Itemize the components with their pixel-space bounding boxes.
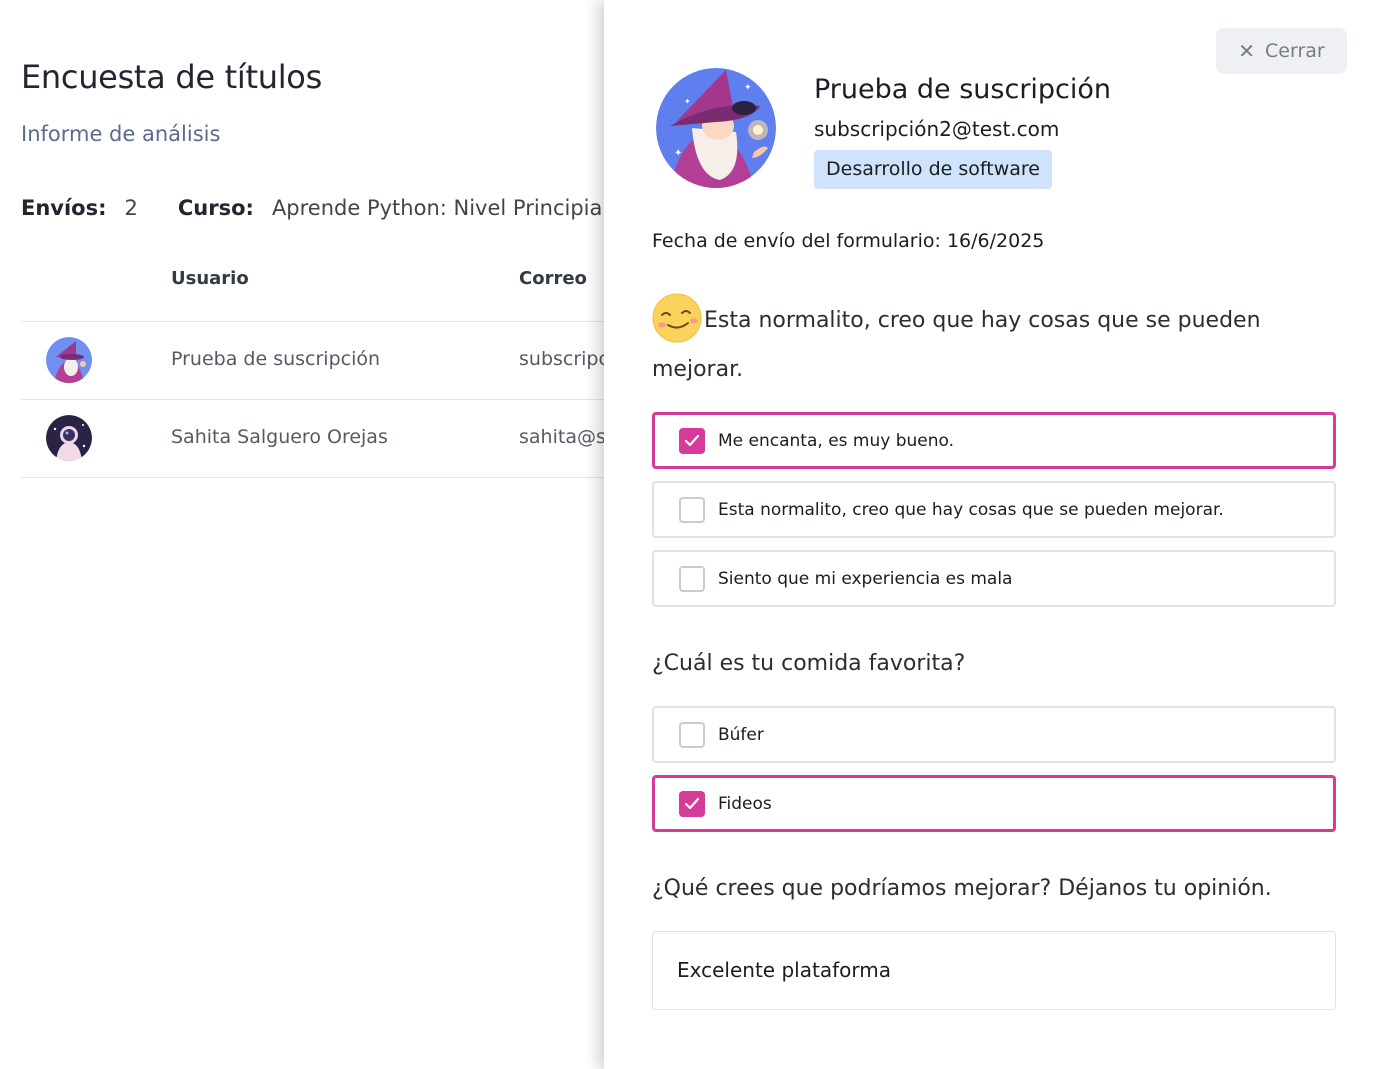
submissions-label: Envíos: <box>21 196 107 220</box>
checkbox-icon[interactable] <box>679 721 705 748</box>
svg-text:✦: ✦ <box>744 83 752 93</box>
option-label: Siento que mi experiencia es mala <box>718 568 1013 589</box>
astronaut-avatar <box>46 415 92 461</box>
checkbox-icon[interactable] <box>679 565 705 592</box>
wizard-avatar <box>46 337 92 383</box>
page-subtitle: Informe de análisis <box>21 122 221 146</box>
stats-bar: Envíos: 2 Curso: Aprende Python: Nivel P… <box>21 196 637 220</box>
answer-text: Excelente plataforma <box>677 958 891 982</box>
question-title: ¿Cuál es tu comida favorita? <box>652 651 966 676</box>
profile-email: subscripción2@test.com <box>814 117 1060 141</box>
answer-text-box: Excelente plataforma <box>652 931 1336 1010</box>
option-checkbox[interactable]: Fideos <box>652 775 1336 832</box>
question-text: Esta normalito, creo que hay cosas que s… <box>652 308 1261 382</box>
close-button[interactable]: ✕ Cerrar <box>1216 28 1347 74</box>
profile-name: Prueba de suscripción <box>814 74 1112 105</box>
checkbox-checked-icon[interactable] <box>679 427 705 454</box>
option-label: Esta normalito, creo que hay cosas que s… <box>718 499 1224 520</box>
submission-detail-drawer: ✕ Cerrar ✦ ✦ ✦ Prueba de suscripción sub… <box>604 0 1374 1069</box>
checkbox-icon[interactable] <box>679 496 705 523</box>
option-checkbox[interactable]: Me encanta, es muy bueno. <box>652 412 1336 469</box>
page-title: Encuesta de títulos <box>21 58 322 96</box>
question-title: ¿Qué crees que podríamos mejorar? Déjano… <box>652 876 1272 901</box>
option-checkbox[interactable]: Siento que mi experiencia es mala <box>652 550 1336 607</box>
column-header-email: Correo <box>519 268 587 289</box>
option-checkbox[interactable]: Búfer <box>652 706 1336 763</box>
course-label: Curso: <box>177 196 254 220</box>
course-value: Aprende Python: Nivel Principiante <box>271 196 637 220</box>
row-user-name: Prueba de suscripción <box>171 348 381 370</box>
question-title: Esta normalito, creo que hay cosas que s… <box>652 293 1312 394</box>
checkbox-checked-icon[interactable] <box>679 790 705 817</box>
smiling-emoji-icon <box>652 293 702 343</box>
option-label: Búfer <box>718 724 764 745</box>
option-checkbox[interactable]: Esta normalito, creo que hay cosas que s… <box>652 481 1336 538</box>
submissions-value: 2 <box>124 196 138 220</box>
svg-text:✦: ✦ <box>684 97 691 106</box>
category-badge: Desarrollo de software <box>814 150 1052 189</box>
close-button-label: Cerrar <box>1265 40 1325 62</box>
close-icon: ✕ <box>1238 39 1256 63</box>
option-label: Fideos <box>718 793 772 814</box>
wizard-avatar: ✦ ✦ ✦ <box>656 68 776 188</box>
column-header-user: Usuario <box>171 268 249 289</box>
row-user-name: Sahita Salguero Orejas <box>171 426 388 448</box>
submission-date: Fecha de envío del formulario: 16/6/2025 <box>652 230 1045 252</box>
svg-text:✦: ✦ <box>674 148 682 159</box>
option-label: Me encanta, es muy bueno. <box>718 430 955 451</box>
